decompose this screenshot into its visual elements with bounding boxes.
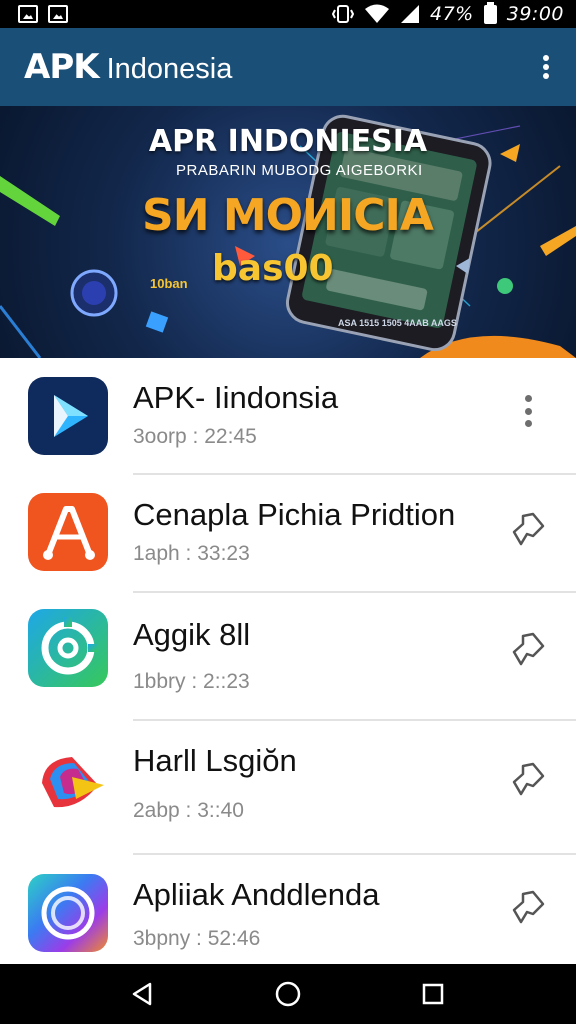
home-icon[interactable]: [266, 972, 310, 1016]
pin-icon[interactable]: [508, 629, 548, 669]
play-store-icon: [28, 377, 108, 455]
banner-subtitle: PRABARIN MUBODG AIGEBORKI: [176, 162, 423, 179]
battery-percent: 47%: [430, 3, 474, 25]
target-icon: [28, 609, 108, 687]
app-title: APK Indonesia: [24, 47, 232, 87]
app-title: Cenapla Pichia Pridtion: [133, 497, 456, 532]
app-title: APK- Iindonsia: [133, 380, 339, 415]
list-item[interactable]: Aggik 8ll 1bbry : 2::23: [0, 593, 576, 721]
list-item[interactable]: Harll Lsgiŏn 2abp : 3::40: [0, 721, 576, 853]
banner-fine-print: ASA 1515 1505 4AAB AAGS: [338, 318, 457, 328]
wifi-icon: [365, 4, 389, 23]
pin-icon[interactable]: [508, 509, 548, 549]
promo-banner[interactable]: APR INDONIESIA PRABARIN MUBODG AIGEBORKI…: [0, 106, 576, 358]
app-subtitle: 1bbry : 2::23: [133, 670, 250, 693]
pin-icon[interactable]: [508, 887, 548, 927]
ring-icon: [28, 874, 108, 952]
more-vert-icon[interactable]: [508, 391, 548, 431]
banner-bonus: bas00: [212, 248, 334, 289]
app-subtitle: 3bpny : 52:46: [133, 927, 261, 950]
app-subtitle: 3oorp : 22:45: [133, 425, 257, 448]
orange-a-icon: [28, 493, 108, 571]
back-icon[interactable]: [121, 972, 165, 1016]
colorful-cone-icon: [28, 743, 108, 821]
clock: 39:00: [506, 3, 564, 25]
app-title: Aggik 8ll: [133, 617, 251, 652]
banner-small-text: 10ban: [150, 276, 188, 291]
recents-icon[interactable]: [411, 972, 455, 1016]
app-subtitle: 1aph : 33:23: [133, 542, 250, 565]
brand-strong: APK: [24, 47, 100, 87]
signal-icon: [401, 5, 419, 23]
navigation-bar: [0, 964, 576, 1024]
app-subtitle: 2abp : 3::40: [133, 799, 244, 822]
vibrate-icon: [332, 5, 354, 23]
app-bar: APK Indonesia: [0, 28, 576, 106]
banner-title: APR INDONIESIA: [148, 124, 428, 159]
image-icon: [18, 5, 38, 23]
more-vert-icon[interactable]: [538, 51, 554, 83]
battery-icon: [483, 1, 497, 24]
app-title: Harll Lsgiŏn: [133, 743, 297, 778]
pin-icon[interactable]: [508, 759, 548, 799]
status-bar: 47% 39:00: [0, 0, 576, 28]
brand-light: Indonesia: [106, 53, 233, 85]
app-list: APK- Iindonsia 3oorp : 22:45 Cenapla Pic…: [0, 358, 576, 964]
image-icon: [48, 5, 68, 23]
banner-headline: SИ MOИICIA: [142, 190, 434, 241]
list-item[interactable]: APK- Iindonsia 3oorp : 22:45: [0, 358, 576, 474]
list-item[interactable]: Apliiak Anddlenda 3bpny : 52:46: [0, 855, 576, 964]
app-title: Apliiak Anddlenda: [133, 877, 380, 912]
list-item[interactable]: Cenapla Pichia Pridtion 1aph : 33:23: [0, 475, 576, 593]
